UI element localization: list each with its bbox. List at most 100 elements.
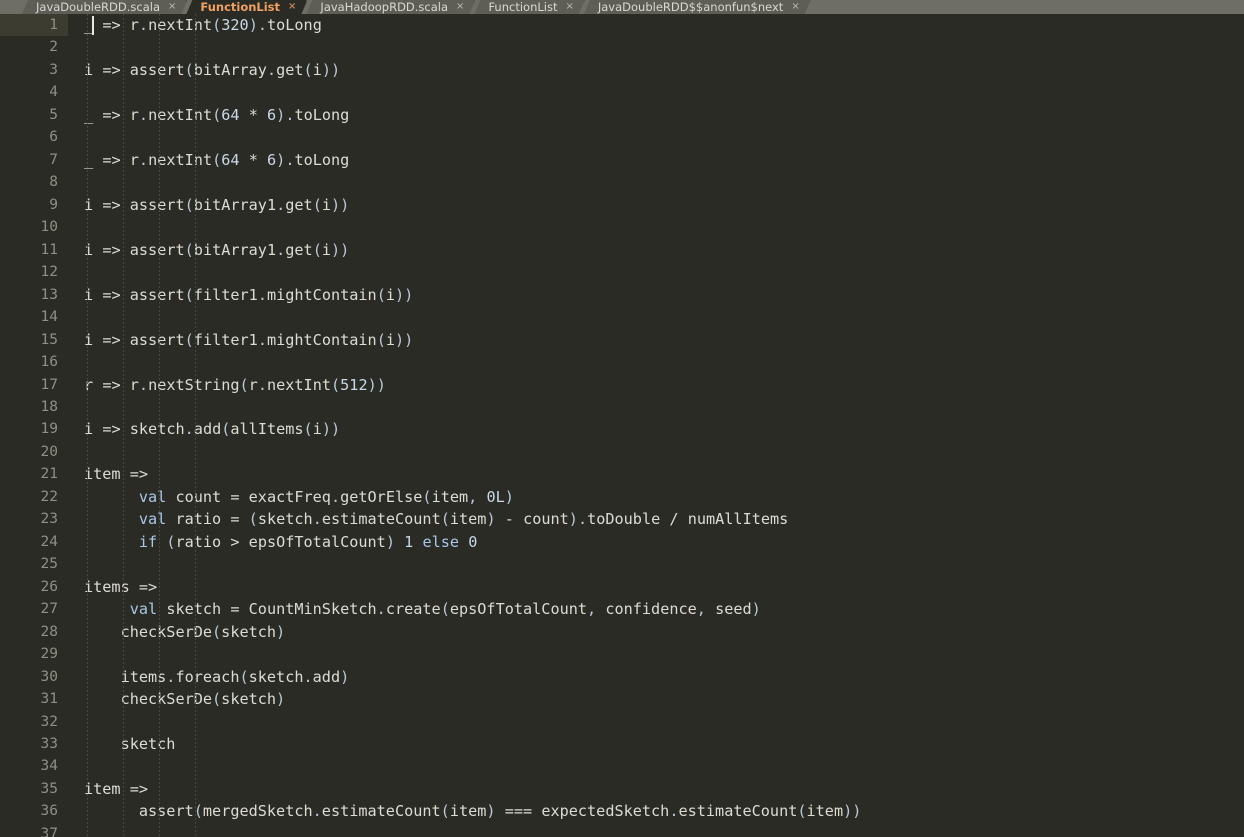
code-line[interactable]: 14 bbox=[0, 306, 1244, 328]
code-line-text: item => bbox=[84, 465, 149, 484]
code-line[interactable]: 21 item => bbox=[0, 463, 1244, 485]
gutter-marker-area[interactable] bbox=[68, 374, 78, 396]
editor-window: JavaDoubleRDD.scala × FunctionList × Jav… bbox=[0, 0, 1244, 837]
gutter-marker-area[interactable] bbox=[68, 329, 78, 351]
code-line-text: assert(mergedSketch.estimateCount(item) … bbox=[138, 802, 862, 821]
code-line-text bbox=[78, 261, 1244, 283]
code-line[interactable]: 27 val sketch = CountMinSketch.create(ep… bbox=[0, 598, 1244, 620]
gutter-marker-area[interactable] bbox=[68, 441, 78, 463]
code-line-text bbox=[78, 711, 1244, 733]
code-line[interactable]: 24 if (ratio > epsOfTotalCount) 1 else 0 bbox=[0, 531, 1244, 553]
line-number: 37 bbox=[40, 825, 58, 837]
gutter-marker-area[interactable] bbox=[68, 778, 78, 800]
line-number: 19 bbox=[40, 421, 58, 438]
code-line[interactable]: 13 i => assert(filter1.mightContain(i)) bbox=[0, 284, 1244, 306]
close-icon[interactable]: × bbox=[168, 2, 176, 12]
gutter-marker-area[interactable] bbox=[68, 396, 78, 418]
code-line[interactable]: 15 i => assert(filter1.mightContain(i)) bbox=[0, 329, 1244, 351]
editor-tab-0[interactable]: JavaDoubleRDD.scala × bbox=[22, 0, 187, 14]
gutter-marker-area[interactable] bbox=[68, 149, 78, 171]
gutter-marker-area[interactable] bbox=[68, 239, 78, 261]
code-line[interactable]: 22 val count = exactFreq.getOrElse(item,… bbox=[0, 486, 1244, 508]
editor-tab-4[interactable]: JavaDoubleRDD$$anonfun$next × bbox=[584, 0, 811, 14]
code-line[interactable]: 10 bbox=[0, 216, 1244, 238]
code-line[interactable]: 5 _ => r.nextInt(64 * 6).toLong bbox=[0, 104, 1244, 126]
gutter-marker-area[interactable] bbox=[68, 306, 78, 328]
gutter-marker-area[interactable] bbox=[68, 81, 78, 103]
gutter-marker-area[interactable] bbox=[68, 126, 78, 148]
close-icon[interactable]: × bbox=[565, 2, 573, 12]
code-line[interactable]: 37 bbox=[0, 823, 1244, 837]
close-icon[interactable]: × bbox=[288, 2, 296, 12]
code-editor[interactable]: 1 _ => r.nextInt(320).toLong 2 3 i => asser… bbox=[0, 14, 1244, 837]
gutter-marker-area[interactable] bbox=[68, 284, 78, 306]
gutter-marker-area[interactable] bbox=[68, 621, 78, 643]
code-line[interactable]: 17 r => r.nextString(r.nextInt(512)) bbox=[0, 374, 1244, 396]
code-line[interactable]: 23 val ratio = (sketch.estimateCount(ite… bbox=[0, 508, 1244, 530]
gutter-marker-area[interactable] bbox=[68, 666, 78, 688]
code-line[interactable]: 35 item => bbox=[0, 778, 1244, 800]
code-line[interactable]: 31 checkSerDe(sketch) bbox=[0, 688, 1244, 710]
code-line[interactable]: 18 bbox=[0, 396, 1244, 418]
close-icon[interactable]: × bbox=[456, 2, 464, 12]
code-area[interactable]: 1 _ => r.nextInt(320).toLong 2 3 i => asser… bbox=[0, 14, 1244, 837]
code-line[interactable]: 12 bbox=[0, 261, 1244, 283]
code-line[interactable]: 3 i => assert(bitArray.get(i)) bbox=[0, 59, 1244, 81]
gutter-marker-area[interactable] bbox=[68, 823, 78, 837]
code-line[interactable]: 2 bbox=[0, 36, 1244, 58]
editor-tab-2[interactable]: JavaHadoopRDD.scala × bbox=[306, 0, 475, 14]
gutter-marker-area[interactable] bbox=[68, 598, 78, 620]
gutter-marker-area[interactable] bbox=[68, 576, 78, 598]
code-line[interactable]: 34 bbox=[0, 755, 1244, 777]
gutter-marker-area[interactable] bbox=[68, 531, 78, 553]
line-number: 35 bbox=[40, 780, 58, 797]
gutter-marker-area[interactable] bbox=[68, 351, 78, 373]
line-number: 16 bbox=[40, 354, 58, 371]
code-line[interactable]: 20 bbox=[0, 441, 1244, 463]
gutter-marker-area[interactable] bbox=[68, 733, 78, 755]
code-line[interactable]: 4 bbox=[0, 81, 1244, 103]
editor-tab-3[interactable]: FunctionList × bbox=[474, 0, 584, 14]
gutter-marker-area[interactable] bbox=[68, 508, 78, 530]
code-line[interactable]: 36 assert(mergedSketch.estimateCount(ite… bbox=[0, 800, 1244, 822]
line-number: 15 bbox=[40, 331, 58, 348]
code-line[interactable]: 25 bbox=[0, 553, 1244, 575]
code-line-text: i => assert(bitArray.get(i)) bbox=[84, 60, 341, 79]
code-line[interactable]: 6 bbox=[0, 126, 1244, 148]
code-line[interactable]: 9 i => assert(bitArray1.get(i)) bbox=[0, 194, 1244, 216]
gutter-marker-area[interactable] bbox=[68, 104, 78, 126]
code-line[interactable]: 29 bbox=[0, 643, 1244, 665]
code-line[interactable]: 11 i => assert(bitArray1.get(i)) bbox=[0, 239, 1244, 261]
gutter-marker-area[interactable] bbox=[68, 194, 78, 216]
gutter-marker-area[interactable] bbox=[68, 261, 78, 283]
gutter-marker-area[interactable] bbox=[68, 463, 78, 485]
code-line[interactable]: 32 bbox=[0, 711, 1244, 733]
gutter-marker-area[interactable] bbox=[68, 755, 78, 777]
gutter-marker-area[interactable] bbox=[68, 418, 78, 440]
code-line[interactable]: 30 items.foreach(sketch.add) bbox=[0, 666, 1244, 688]
gutter-marker-area[interactable] bbox=[68, 711, 78, 733]
close-icon[interactable]: × bbox=[791, 2, 799, 12]
gutter-marker-area[interactable] bbox=[68, 800, 78, 822]
gutter-marker-area[interactable] bbox=[68, 688, 78, 710]
code-line[interactable]: 16 bbox=[0, 351, 1244, 373]
code-line-text: i => assert(filter1.mightContain(i)) bbox=[84, 285, 414, 304]
code-line[interactable]: 8 bbox=[0, 171, 1244, 193]
gutter-marker-area[interactable] bbox=[68, 14, 78, 36]
gutter-marker-area[interactable] bbox=[68, 216, 78, 238]
gutter-marker-area[interactable] bbox=[68, 553, 78, 575]
code-line[interactable]: 28 checkSerDe(sketch) bbox=[0, 621, 1244, 643]
gutter-marker-area[interactable] bbox=[68, 59, 78, 81]
code-line[interactable]: 19 i => sketch.add(allItems(i)) bbox=[0, 418, 1244, 440]
code-line[interactable]: 26 items => bbox=[0, 576, 1244, 598]
gutter-marker-area[interactable] bbox=[68, 171, 78, 193]
editor-tab-4-label: JavaDoubleRDD$$anonfun$next bbox=[597, 0, 784, 14]
gutter-marker-area[interactable] bbox=[68, 36, 78, 58]
code-line[interactable]: 7 _ => r.nextInt(64 * 6).toLong bbox=[0, 149, 1244, 171]
code-line[interactable]: 33 sketch bbox=[0, 733, 1244, 755]
editor-tab-1[interactable]: FunctionList × bbox=[186, 0, 307, 14]
gutter-marker-area[interactable] bbox=[68, 486, 78, 508]
line-number: 18 bbox=[40, 398, 58, 415]
gutter-marker-area[interactable] bbox=[68, 643, 78, 665]
code-line[interactable]: 1 _ => r.nextInt(320).toLong bbox=[0, 14, 1244, 37]
